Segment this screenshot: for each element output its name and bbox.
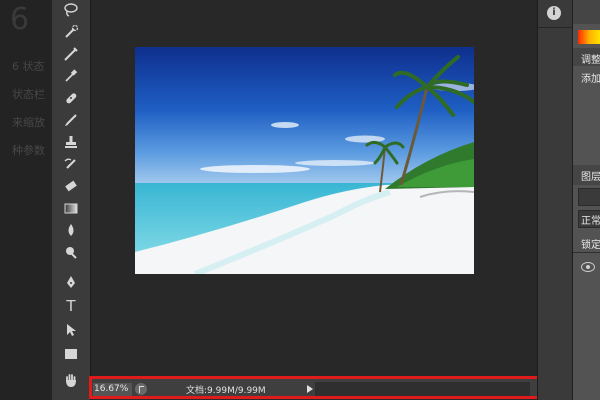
collapsed-panel-strip: i [537, 0, 572, 400]
type-glyph: T [66, 296, 76, 315]
eyedropper-tool-icon[interactable] [59, 66, 83, 86]
type-tool-icon[interactable]: T [59, 296, 83, 316]
tools-panel: T [52, 0, 91, 400]
quick-selection-tool-icon[interactable] [59, 22, 83, 42]
right-panels: 调整 添加 图层 正常 锁定 [572, 0, 600, 400]
color-swatch-gradient[interactable] [578, 30, 600, 44]
gradient-tool-icon[interactable] [59, 198, 83, 218]
layer-filter-box[interactable] [578, 188, 600, 206]
layer-visibility-eye-icon[interactable] [581, 262, 595, 272]
background-line: 6 状态 [12, 60, 45, 73]
panel-divider [538, 27, 572, 28]
healing-brush-tool-icon[interactable] [59, 88, 83, 108]
lasso-tool-icon[interactable] [59, 0, 83, 20]
background-line: 来缩放 [12, 116, 45, 129]
hand-tool-icon[interactable] [59, 370, 83, 390]
background-page: 6 6 状态 状态栏 来缩放 种参数 [0, 0, 52, 400]
lock-label: 锁定 [581, 240, 600, 251]
color-panel-tab[interactable] [573, 0, 600, 24]
layers-divider [573, 252, 600, 253]
add-adjustment-label: 添加 [581, 74, 600, 85]
background-line: 状态栏 [12, 88, 45, 101]
background-heading: 6 [10, 2, 30, 37]
status-bar-highlight [89, 376, 540, 399]
history-brush-tool-icon[interactable] [59, 154, 83, 174]
layers-label: 图层 [581, 172, 600, 183]
brush-tool-icon[interactable] [59, 110, 83, 130]
document-image[interactable] [135, 47, 474, 274]
blend-mode-value: 正常 [581, 216, 600, 227]
background-line: 种参数 [12, 144, 45, 157]
pen-tool-icon[interactable] [59, 272, 83, 292]
crop-tool-icon[interactable] [59, 44, 83, 64]
eraser-tool-icon[interactable] [59, 176, 83, 196]
blur-tool-icon[interactable] [59, 220, 83, 240]
adjustments-label: 调整 [581, 55, 600, 66]
clone-stamp-tool-icon[interactable] [59, 132, 83, 152]
rectangle-tool-icon[interactable] [59, 344, 83, 364]
dodge-tool-icon[interactable] [59, 242, 83, 262]
info-icon[interactable]: i [547, 6, 561, 20]
path-selection-tool-icon[interactable] [59, 320, 83, 340]
